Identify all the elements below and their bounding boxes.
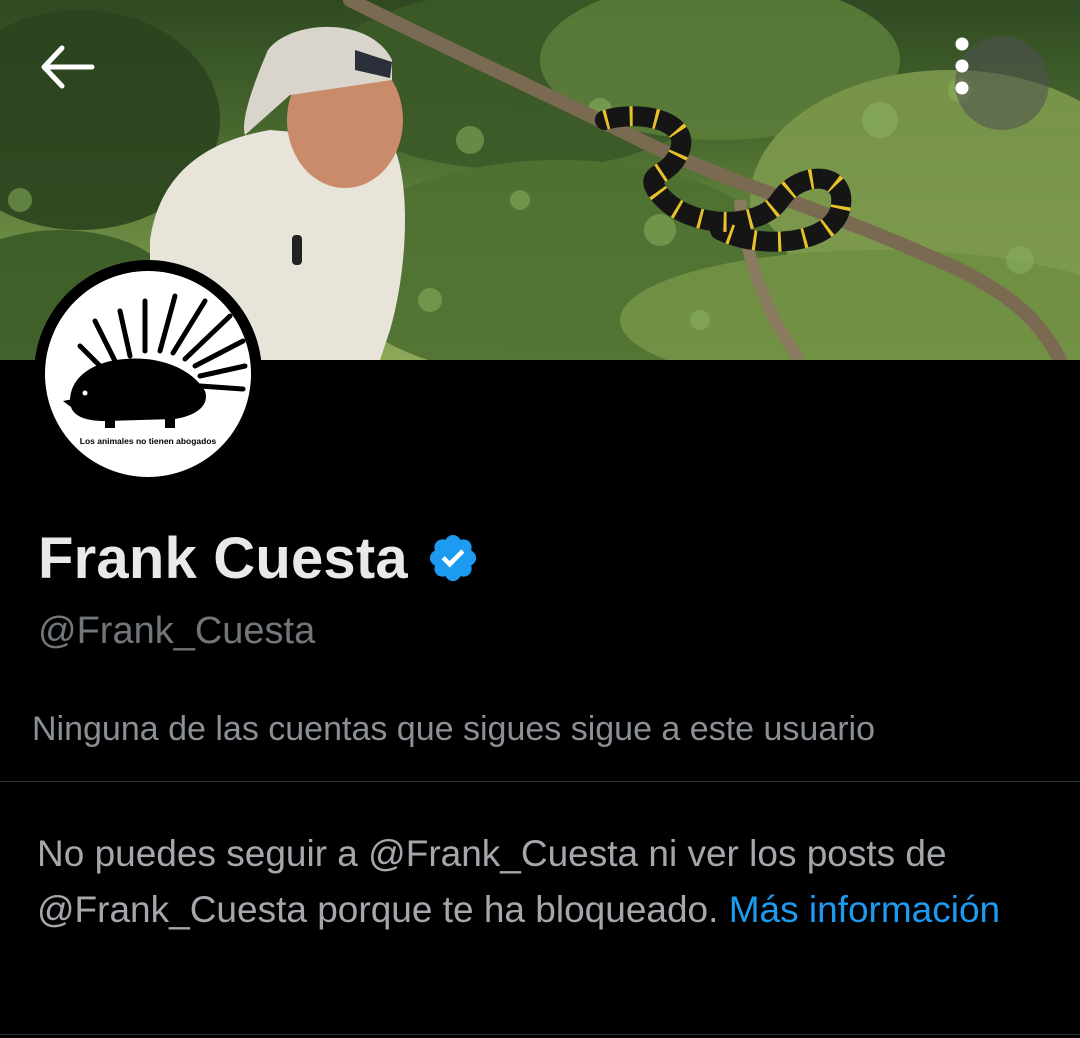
- avatar-caption: Los animales no tienen abogados: [79, 436, 217, 446]
- display-name-row: Frank Cuesta: [38, 520, 480, 596]
- arrow-left-icon: [41, 45, 95, 89]
- avatar[interactable]: Los animales no tienen abogados: [34, 260, 262, 488]
- more-options-button[interactable]: [955, 36, 1049, 130]
- followers-you-know[interactable]: Ninguna de las cuentas que sigues sigue …: [32, 710, 875, 749]
- profile-page: Los animales no tienen abogados Frank Cu…: [0, 0, 1080, 1038]
- porcupine-logo-icon: [63, 293, 248, 428]
- divider: [0, 781, 1080, 782]
- profile-handle: @Frank_Cuesta: [38, 610, 316, 652]
- learn-more-link[interactable]: Más información: [729, 889, 1000, 930]
- display-name: Frank Cuesta: [38, 525, 408, 591]
- avatar-image: Los animales no tienen abogados: [45, 271, 251, 477]
- divider: [0, 1034, 1080, 1035]
- more-vertical-icon: [955, 37, 969, 95]
- back-button[interactable]: [40, 44, 128, 132]
- blocked-notice: No puedes seguir a @Frank_Cuesta ni ver …: [37, 826, 1037, 938]
- verified-badge-icon[interactable]: [426, 531, 480, 585]
